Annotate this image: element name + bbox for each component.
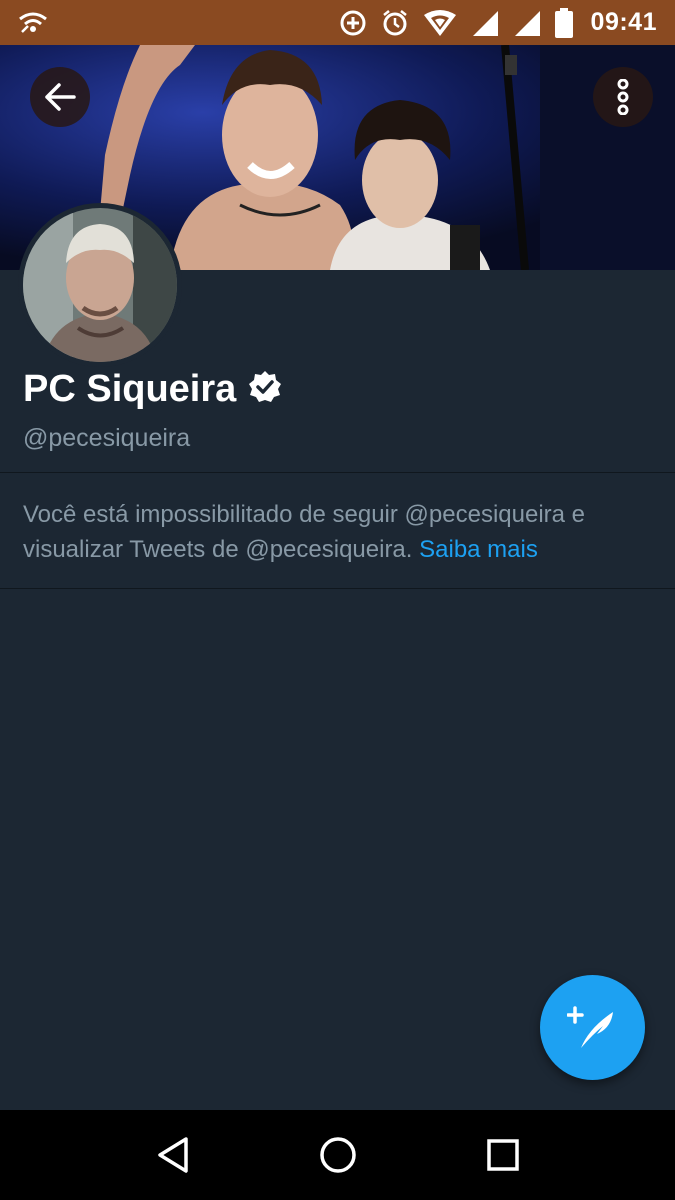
status-left [18,10,48,36]
compose-tweet-icon [566,1005,613,1048]
nav-recents-button[interactable] [473,1125,533,1185]
system-nav-bar [0,1110,675,1200]
profile-screen: 09:41 PC Siqueira @pecesiqueira Você est… [0,0,675,1200]
nav-home-button[interactable] [308,1125,368,1185]
status-clock: 09:41 [590,8,657,36]
data-saver-icon [339,9,367,37]
verified-badge-icon [248,370,282,409]
more-vertical-icon [617,79,629,115]
recents-square-icon [486,1139,519,1171]
signal-icon [471,9,499,37]
battery-icon [554,7,573,38]
avatar-image [23,208,177,362]
profile-handle: @pecesiqueira [23,424,191,452]
learn-more-link[interactable]: Saiba mais [419,536,538,563]
display-name: PC Siqueira [23,368,237,410]
blocked-notice: Você está impossibilitado de seguir @pec… [23,497,653,567]
wifi-calling-icon [18,10,48,36]
wifi-icon [423,9,457,37]
home-circle-icon [319,1137,356,1173]
status-bar: 09:41 [0,0,675,45]
alarm-icon [381,9,409,37]
compose-tweet-button[interactable] [540,975,645,1080]
nav-back-button[interactable] [143,1125,203,1185]
profile-name-row: PC Siqueira [23,368,282,411]
signal-icon [513,9,541,37]
divider [0,588,675,589]
back-button[interactable] [30,67,90,127]
arrow-left-icon [45,83,76,111]
status-right: 09:41 [339,7,657,38]
back-triangle-icon [157,1137,188,1173]
more-options-button[interactable] [593,67,653,127]
avatar[interactable] [18,203,182,367]
divider [0,472,675,473]
